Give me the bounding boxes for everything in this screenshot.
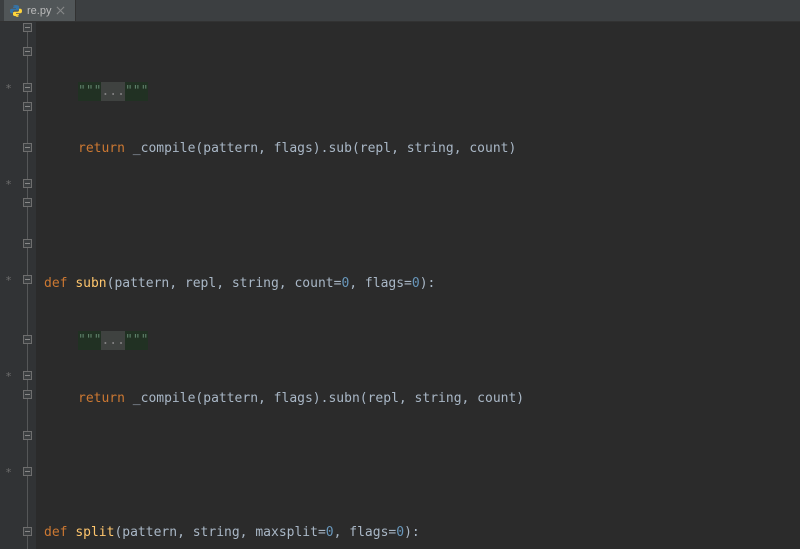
gutter: * * * * * <box>0 22 36 549</box>
code-line: def split(pattern, string, maxsplit=0, f… <box>44 523 610 542</box>
fold-marker[interactable] <box>22 526 33 537</box>
gutter-marker[interactable]: * <box>4 84 13 93</box>
code-line: """...""" <box>44 331 610 350</box>
gutter-marker[interactable]: * <box>4 468 13 477</box>
gutter-marker[interactable]: * <box>4 372 13 381</box>
fold-marker[interactable] <box>22 238 33 249</box>
fold-marker[interactable] <box>22 101 33 112</box>
gutter-marker[interactable]: * <box>4 180 13 189</box>
close-icon[interactable] <box>56 6 65 15</box>
fold-marker[interactable] <box>22 22 33 33</box>
fold-marker[interactable] <box>22 334 33 345</box>
fold-lane[interactable] <box>22 22 34 549</box>
fold-marker[interactable] <box>22 46 33 57</box>
python-file-icon <box>10 5 22 17</box>
breakpoint-lane[interactable]: * * * * * <box>0 22 18 549</box>
tab-filename: re.py <box>27 5 51 17</box>
code-line: return _compile(pattern, flags).sub(repl… <box>44 139 610 158</box>
code-editor[interactable]: * * * * * """...""" return <box>0 22 800 549</box>
fold-marker[interactable] <box>22 370 33 381</box>
code-line <box>44 197 610 216</box>
file-tab[interactable]: re.py <box>4 0 76 21</box>
code-line: def subn(pattern, repl, string, count=0,… <box>44 274 610 293</box>
code-area[interactable]: """...""" return _compile(pattern, flags… <box>36 22 610 549</box>
gutter-marker[interactable]: * <box>4 276 13 285</box>
fold-marker[interactable] <box>22 142 33 153</box>
code-line: """...""" <box>44 82 610 101</box>
fold-marker[interactable] <box>22 197 33 208</box>
fold-marker[interactable] <box>22 82 33 93</box>
code-line <box>44 446 610 465</box>
fold-marker[interactable] <box>22 466 33 477</box>
fold-marker[interactable] <box>22 430 33 441</box>
tab-bar: re.py <box>0 0 800 22</box>
fold-marker[interactable] <box>22 178 33 189</box>
fold-marker[interactable] <box>22 274 33 285</box>
fold-marker[interactable] <box>22 389 33 400</box>
code-line: return _compile(pattern, flags).subn(rep… <box>44 389 610 408</box>
